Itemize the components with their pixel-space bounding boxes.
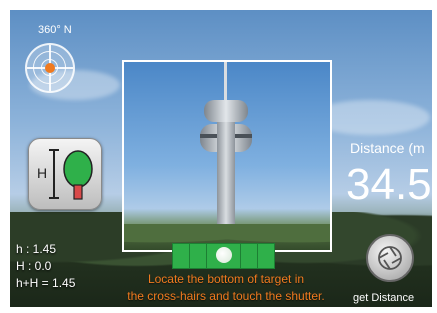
level-tick: [257, 244, 258, 268]
level-tick: [240, 244, 241, 268]
height-bracket-icon: [49, 149, 61, 199]
level-bubble: [216, 247, 232, 263]
tree-icon: [63, 150, 93, 200]
compass-icon: [25, 43, 75, 93]
distance-value: 34.5: [346, 160, 432, 209]
tower-upper-pod: [204, 100, 248, 122]
viewfinder-frame: [122, 60, 332, 252]
shutter-icon: [378, 246, 402, 270]
stat-sum: h+H = 1.45: [16, 276, 76, 290]
target-height-button[interactable]: H: [28, 138, 102, 210]
distance-label: Distance (m: [350, 140, 425, 156]
height-button-label: H: [37, 165, 48, 181]
stat-H: H : 0.0: [16, 259, 52, 273]
instruction-line-1: Locate the bottom of target in: [147, 272, 305, 286]
stat-h: h : 1.45: [16, 242, 57, 256]
tower-mast: [224, 62, 227, 102]
shutter-button[interactable]: [366, 234, 414, 282]
level-crosshair-bar: [172, 243, 275, 269]
level-tick: [206, 244, 207, 268]
camera-view: 360° N H h : 1.45 H : 0.0 h+H = 1.45 Dis…: [10, 10, 432, 307]
get-distance-label: get Distance: [353, 292, 415, 304]
level-tick: [189, 244, 190, 268]
instruction-line-2: the cross-hairs and touch the shutter.: [127, 289, 325, 303]
compass-heading-label: 360° N: [38, 24, 72, 36]
compass-dot: [45, 63, 55, 73]
